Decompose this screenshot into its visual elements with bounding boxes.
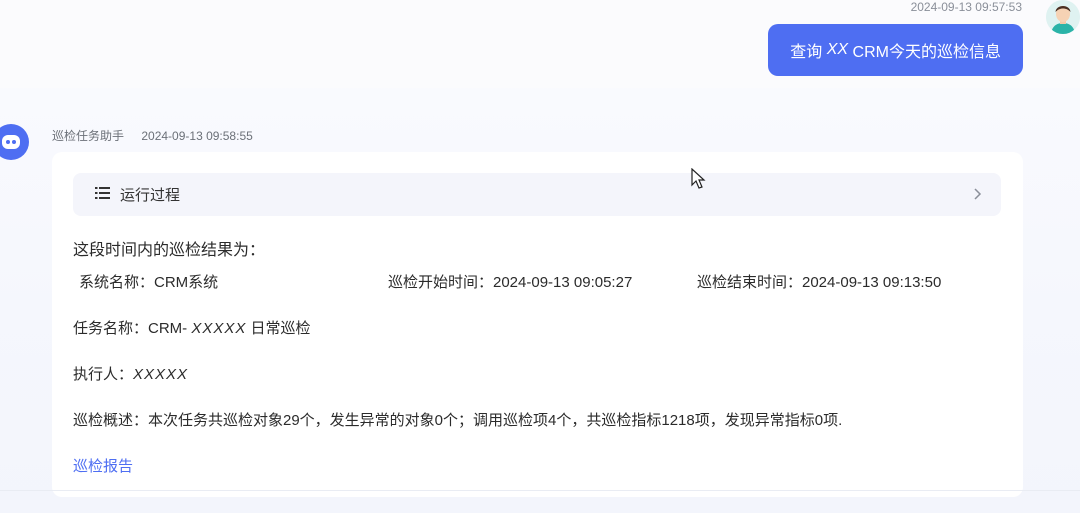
task-name: 任务名称：CRM- XXXXX 日常巡检 [73,317,311,338]
user-message-prefix: 查询 [790,44,823,61]
bot-message-meta: 巡检任务助手 2024-09-13 09:58:55 [52,127,253,144]
user-avatar-icon[interactable] [1046,0,1080,34]
task-name-emphasis: XXXXX [191,320,247,337]
task-name-label: 任务名称：CRM- [73,320,188,337]
result-heading: 这段时间内的巡检结果为： [73,242,266,259]
system-name: 系统名称：CRM系统 [79,274,219,291]
bot-message-card: 运行过程 这段时间内的巡检结果为： 系统名称：CRM系统 巡检开始时间：2024… [52,152,1023,497]
inspection-report-link[interactable]: 巡检报告 [73,455,133,476]
mouse-cursor-icon [691,167,707,190]
chevron-right-icon [969,185,985,203]
list-icon [95,186,110,204]
executor: 执行人：XXXXX [73,363,188,384]
run-process-label: 运行过程 [120,187,181,204]
user-message-bubble: 查询 XX CRM今天的巡检信息 [768,24,1023,76]
divider [0,490,1080,491]
inspection-summary: 巡检概述：本次任务共巡检对象29个，发生异常的对象0个；调用巡检项4个，共巡检指… [73,412,843,429]
inspection-start-time: 巡检开始时间：2024-09-13 09:05:27 [388,274,633,291]
user-message-emphasis: XX [826,41,849,58]
robot-icon [0,124,29,160]
bot-message-timestamp: 2024-09-13 09:58:55 [141,129,253,143]
user-message-area: 2024-09-13 09:57:53 查询 XX CRM今天的巡检信息 [0,0,1080,88]
executor-label: 执行人： [73,366,134,383]
bot-sender-name: 巡检任务助手 [52,129,125,143]
user-message-suffix: CRM今天的巡检信息 [852,44,1001,61]
task-name-suffix: 日常巡检 [250,320,311,337]
executor-name: XXXXX [133,366,189,383]
run-process-toggle[interactable]: 运行过程 [73,173,1001,216]
inspection-end-time: 巡检结束时间：2024-09-13 09:13:50 [697,274,942,291]
user-message-timestamp: 2024-09-13 09:57:53 [910,0,1022,14]
